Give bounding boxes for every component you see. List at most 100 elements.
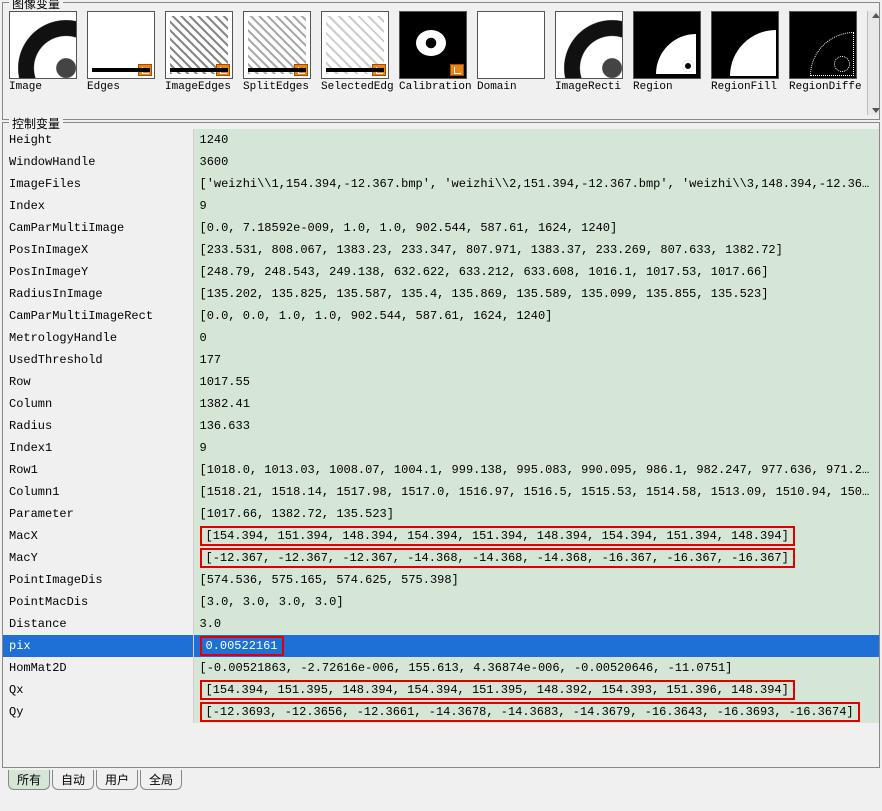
scroll-down-icon[interactable] bbox=[872, 108, 880, 113]
thumbnail-calibration[interactable]: Calibration bbox=[399, 11, 473, 115]
var-value: [-12.367, -12.367, -12.367, -14.368, -14… bbox=[193, 547, 879, 569]
var-row-pointmacdis[interactable]: PointMacDis[3.0, 3.0, 3.0, 3.0] bbox=[3, 591, 879, 613]
var-name: Qy bbox=[3, 701, 193, 723]
var-value: 1382.41 bbox=[193, 393, 879, 415]
region-badge-icon bbox=[138, 64, 152, 76]
var-value: [0.0, 7.18592e-009, 1.0, 1.0, 902.544, 5… bbox=[193, 217, 879, 239]
var-row-qx[interactable]: Qx[154.394, 151.395, 148.394, 154.394, 1… bbox=[3, 679, 879, 701]
tab-user[interactable]: 用户 bbox=[96, 770, 138, 790]
var-name: Column1 bbox=[3, 481, 193, 503]
var-row-camparmultiimage[interactable]: CamParMultiImage[0.0, 7.18592e-009, 1.0,… bbox=[3, 217, 879, 239]
scroll-up-icon[interactable] bbox=[872, 13, 880, 18]
thumbnail-image[interactable] bbox=[87, 11, 155, 79]
var-row-index1[interactable]: Index19 bbox=[3, 437, 879, 459]
thumbnail-region[interactable]: Region bbox=[633, 11, 707, 115]
thumbnail-scrollbar[interactable] bbox=[867, 11, 879, 115]
var-name: UsedThreshold bbox=[3, 349, 193, 371]
tab-global[interactable]: 全局 bbox=[140, 770, 182, 790]
ctrl-vars-title: 控制变量 bbox=[9, 115, 63, 132]
thumbnail-label: RegionDiffe bbox=[789, 81, 863, 93]
thumbnail-image[interactable] bbox=[633, 11, 701, 79]
thumbnail-image[interactable] bbox=[9, 11, 77, 79]
thumbnail-regionfill[interactable]: RegionFill bbox=[711, 11, 785, 115]
var-row-row[interactable]: Row1017.55 bbox=[3, 371, 879, 393]
var-value: 0.00522161 bbox=[193, 635, 879, 657]
var-row-camparmultiimagerect[interactable]: CamParMultiImageRect[0.0, 0.0, 1.0, 1.0,… bbox=[3, 305, 879, 327]
var-name: pix bbox=[3, 635, 193, 657]
thumbnail-image[interactable] bbox=[321, 11, 389, 79]
var-row-radius[interactable]: Radius136.633 bbox=[3, 415, 879, 437]
thumbnail-image[interactable] bbox=[477, 11, 545, 79]
var-name: PosInImageY bbox=[3, 261, 193, 283]
var-row-parameter[interactable]: Parameter[1017.66, 1382.72, 135.523] bbox=[3, 503, 879, 525]
var-row-metrologyhandle[interactable]: MetrologyHandle0 bbox=[3, 327, 879, 349]
thumbnail-row: ImageEdgesImageEdgesSplitEdgesSelectedEd… bbox=[3, 3, 879, 119]
var-row-pointimagedis[interactable]: PointImageDis[574.536, 575.165, 574.625,… bbox=[3, 569, 879, 591]
var-value: [154.394, 151.395, 148.394, 154.394, 151… bbox=[193, 679, 879, 701]
var-row-hommat2d[interactable]: HomMat2D[-0.00521863, -2.72616e-006, 155… bbox=[3, 657, 879, 679]
var-name: ImageFiles bbox=[3, 173, 193, 195]
thumbnail-image[interactable] bbox=[243, 11, 311, 79]
var-value: 0 bbox=[193, 327, 879, 349]
var-row-radiusinimage[interactable]: RadiusInImage[135.202, 135.825, 135.587,… bbox=[3, 283, 879, 305]
var-row-usedthreshold[interactable]: UsedThreshold177 bbox=[3, 349, 879, 371]
var-name: CamParMultiImageRect bbox=[3, 305, 193, 327]
var-row-macy[interactable]: MacY[-12.367, -12.367, -12.367, -14.368,… bbox=[3, 547, 879, 569]
thumbnail-label: SelectedEdg bbox=[321, 81, 395, 93]
var-row-index[interactable]: Index9 bbox=[3, 195, 879, 217]
thumbnail-label: RegionFill bbox=[711, 81, 785, 93]
thumbnail-label: Calibration bbox=[399, 81, 473, 93]
thumbnail-image[interactable] bbox=[789, 11, 857, 79]
var-value: 3.0 bbox=[193, 613, 879, 635]
thumbnail-image[interactable] bbox=[711, 11, 779, 79]
thumbnail-label: Image bbox=[9, 81, 83, 93]
thumbnail-image[interactable] bbox=[555, 11, 623, 79]
var-row-distance[interactable]: Distance3.0 bbox=[3, 613, 879, 635]
thumbnail-domain[interactable]: Domain bbox=[477, 11, 551, 115]
var-value: 136.633 bbox=[193, 415, 879, 437]
var-row-qy[interactable]: Qy [-12.3693, -12.3656, -12.3661, -14.367… bbox=[3, 701, 879, 723]
var-row-macx[interactable]: MacX[154.394, 151.394, 148.394, 154.394,… bbox=[3, 525, 879, 547]
var-value: 177 bbox=[193, 349, 879, 371]
var-row-row1[interactable]: Row1[1018.0, 1013.03, 1008.07, 1004.1, 9… bbox=[3, 459, 879, 481]
tab-auto[interactable]: 自动 bbox=[52, 770, 94, 790]
region-badge-icon bbox=[372, 64, 386, 76]
var-row-posinimagey[interactable]: PosInImageY[248.79, 248.543, 249.138, 63… bbox=[3, 261, 879, 283]
var-value: 1017.55 bbox=[193, 371, 879, 393]
variables-table[interactable]: Height1240WindowHandle3600ImageFiles['we… bbox=[3, 129, 879, 723]
var-name: CamParMultiImage bbox=[3, 217, 193, 239]
var-name: Row bbox=[3, 371, 193, 393]
thumbnail-label: Domain bbox=[477, 81, 551, 93]
var-row-height[interactable]: Height1240 bbox=[3, 129, 879, 151]
var-row-imagefiles[interactable]: ImageFiles['weizhi\\1,154.394,-12.367.bm… bbox=[3, 173, 879, 195]
thumbnail-edges[interactable]: Edges bbox=[87, 11, 161, 115]
thumbnail-label: SplitEdges bbox=[243, 81, 317, 93]
var-row-windowhandle[interactable]: WindowHandle3600 bbox=[3, 151, 879, 173]
var-value: 9 bbox=[193, 195, 879, 217]
var-name: PointImageDis bbox=[3, 569, 193, 591]
var-row-column1[interactable]: Column1[1518.21, 1518.14, 1517.98, 1517.… bbox=[3, 481, 879, 503]
var-name: Index1 bbox=[3, 437, 193, 459]
control-variables-panel: 控制变量 Height1240WindowHandle3600ImageFile… bbox=[2, 122, 880, 768]
var-name: HomMat2D bbox=[3, 657, 193, 679]
var-name: PosInImageX bbox=[3, 239, 193, 261]
var-value: ['weizhi\\1,154.394,-12.367.bmp', 'weizh… bbox=[193, 173, 879, 195]
thumbnail-image[interactable] bbox=[399, 11, 467, 79]
bottom-tabs: 所有 自动 用户 全局 bbox=[0, 770, 882, 790]
image-variables-panel: 图像变量 ImageEdgesImageEdgesSplitEdgesSelec… bbox=[2, 2, 880, 120]
thumbnail-splitedges[interactable]: SplitEdges bbox=[243, 11, 317, 115]
thumbnail-selectededg[interactable]: SelectedEdg bbox=[321, 11, 395, 115]
region-badge-icon bbox=[294, 64, 308, 76]
thumbnail-imagerecti[interactable]: ImageRecti bbox=[555, 11, 629, 115]
thumbnail-regiondiffe[interactable]: RegionDiffe bbox=[789, 11, 863, 115]
thumbnail-image[interactable] bbox=[165, 11, 233, 79]
thumbnail-image[interactable]: Image bbox=[9, 11, 83, 115]
var-value: [0.0, 0.0, 1.0, 1.0, 902.544, 587.61, 16… bbox=[193, 305, 879, 327]
var-row-posinimagex[interactable]: PosInImageX[233.531, 808.067, 1383.23, 2… bbox=[3, 239, 879, 261]
highlight-box: [-12.3693, -12.3656, -12.3661, -14.3678,… bbox=[200, 702, 860, 722]
thumbnail-imageedges[interactable]: ImageEdges bbox=[165, 11, 239, 115]
var-value: [1018.0, 1013.03, 1008.07, 1004.1, 999.1… bbox=[193, 459, 879, 481]
var-row-pix[interactable]: pix0.00522161 bbox=[3, 635, 879, 657]
tab-all[interactable]: 所有 bbox=[8, 770, 50, 790]
var-row-column[interactable]: Column1382.41 bbox=[3, 393, 879, 415]
